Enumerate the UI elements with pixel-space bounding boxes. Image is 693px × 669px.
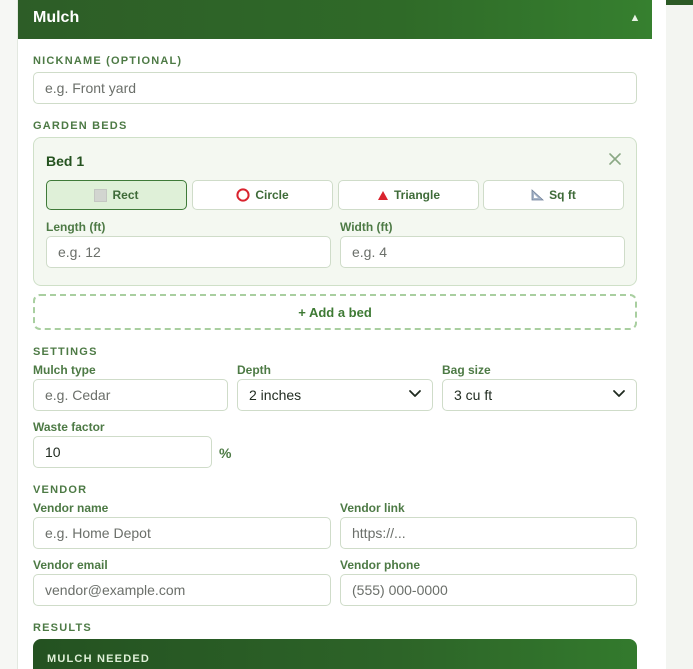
- nickname-label: NICKNAME (OPTIONAL): [33, 55, 183, 67]
- vendor-link-input[interactable]: [340, 517, 637, 549]
- shape-button-sqft[interactable]: Sq ft: [483, 180, 624, 210]
- waste-factor-input[interactable]: [33, 436, 212, 468]
- rectangle-icon: [94, 188, 108, 202]
- mulch-card: Mulch ▲ NICKNAME (OPTIONAL) GARDEN BEDS …: [17, 0, 652, 669]
- width-label: Width (ft): [340, 220, 393, 234]
- bag-size-select-value: 3 cu ft: [454, 387, 493, 403]
- waste-factor-unit: %: [219, 445, 232, 461]
- width-input[interactable]: [340, 236, 625, 268]
- shape-button-rect[interactable]: Rect: [46, 180, 187, 210]
- collapse-chevron-up-icon[interactable]: ▲: [627, 10, 643, 26]
- shape-button-triangle[interactable]: Triangle: [338, 180, 479, 210]
- vendor-phone-label: Vendor phone: [340, 558, 421, 572]
- settings-label: SETTINGS: [33, 346, 98, 358]
- bag-size-label: Bag size: [442, 363, 491, 377]
- waste-factor-label: Waste factor: [33, 420, 105, 434]
- bed-title: Bed 1: [46, 153, 85, 169]
- triangle-icon: [377, 190, 388, 200]
- shape-button-circle[interactable]: Circle: [192, 180, 333, 210]
- chevron-down-icon: [613, 390, 625, 397]
- vendor-phone-input[interactable]: [340, 574, 637, 606]
- vendor-link-label: Vendor link: [340, 501, 405, 515]
- nickname-input[interactable]: [33, 72, 637, 104]
- mulch-type-label: Mulch type: [33, 363, 96, 377]
- vendor-name-input[interactable]: [33, 517, 331, 549]
- add-bed-button[interactable]: + Add a bed: [33, 294, 637, 330]
- depth-select-value: 2 inches: [249, 387, 302, 403]
- bed-card: Bed 1 Rect Circle Triangle Sq ft Length …: [33, 137, 637, 286]
- ruler-icon: [531, 189, 545, 201]
- vendor-label: VENDOR: [33, 484, 88, 496]
- card-title: Mulch: [33, 9, 80, 26]
- left-gutter: [0, 0, 17, 669]
- shape-button-label: Sq ft: [549, 188, 576, 202]
- length-label: Length (ft): [46, 220, 106, 234]
- mulch-needed-label: MULCH NEEDED: [47, 653, 151, 665]
- length-input[interactable]: [46, 236, 331, 268]
- depth-select[interactable]: 2 inches: [237, 379, 433, 411]
- vendor-name-label: Vendor name: [33, 501, 109, 515]
- vendor-email-input[interactable]: [33, 574, 331, 606]
- results-panel: MULCH NEEDED: [33, 639, 637, 669]
- garden-beds-label: GARDEN BEDS: [33, 120, 128, 132]
- depth-label: Depth: [237, 363, 271, 377]
- card-header[interactable]: Mulch ▲: [18, 0, 652, 39]
- close-icon[interactable]: [608, 152, 622, 166]
- shape-button-label: Triangle: [393, 188, 440, 202]
- bag-size-select[interactable]: 3 cu ft: [442, 379, 637, 411]
- right-gutter: [652, 0, 666, 669]
- shape-button-label: Circle: [255, 188, 289, 202]
- chevron-down-icon: [409, 390, 421, 397]
- circle-icon: [236, 188, 250, 202]
- results-label: RESULTS: [33, 622, 92, 634]
- vendor-email-label: Vendor email: [33, 558, 108, 572]
- mulch-type-input[interactable]: [33, 379, 228, 411]
- shape-button-label: Rect: [112, 188, 139, 202]
